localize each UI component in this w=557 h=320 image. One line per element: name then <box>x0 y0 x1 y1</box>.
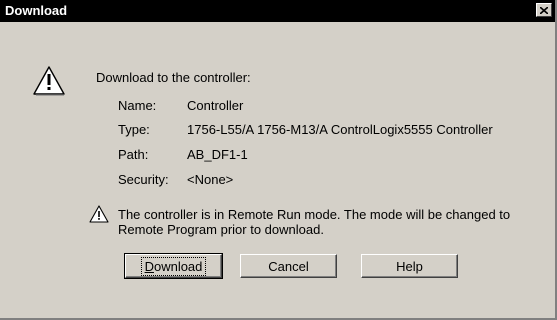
path-value: AB_DF1-1 <box>187 147 248 162</box>
dialog-title: Download <box>5 3 68 18</box>
download-button[interactable]: Download <box>124 253 223 279</box>
close-icon <box>540 6 548 14</box>
warning-icon <box>89 205 109 223</box>
help-button-label: Help <box>396 258 423 274</box>
warning-icon <box>33 66 65 96</box>
download-dialog: Download Download to the controller: Nam… <box>0 0 557 320</box>
type-label: Type: <box>118 122 150 137</box>
type-value: 1756-L55/A 1756-M13/A ControlLogix5555 C… <box>187 122 493 137</box>
mode-change-message: The controller is in Remote Run mode. Th… <box>118 207 510 237</box>
cancel-button[interactable]: Cancel <box>240 254 337 278</box>
path-label: Path: <box>118 147 149 162</box>
close-button[interactable] <box>536 3 552 17</box>
security-label: Security: <box>118 172 169 187</box>
security-value: <None> <box>187 172 234 187</box>
download-button-label: Download <box>140 256 207 276</box>
message-line-2: Remote Program prior to download. <box>118 222 324 237</box>
dialog-heading: Download to the controller: <box>96 70 251 85</box>
cancel-button-label: Cancel <box>268 258 309 274</box>
name-value: Controller <box>187 98 244 113</box>
help-button[interactable]: Help <box>361 254 458 278</box>
name-label: Name: <box>118 98 157 113</box>
title-bar: Download <box>0 0 555 22</box>
message-line-1: The controller is in Remote Run mode. Th… <box>118 207 511 222</box>
